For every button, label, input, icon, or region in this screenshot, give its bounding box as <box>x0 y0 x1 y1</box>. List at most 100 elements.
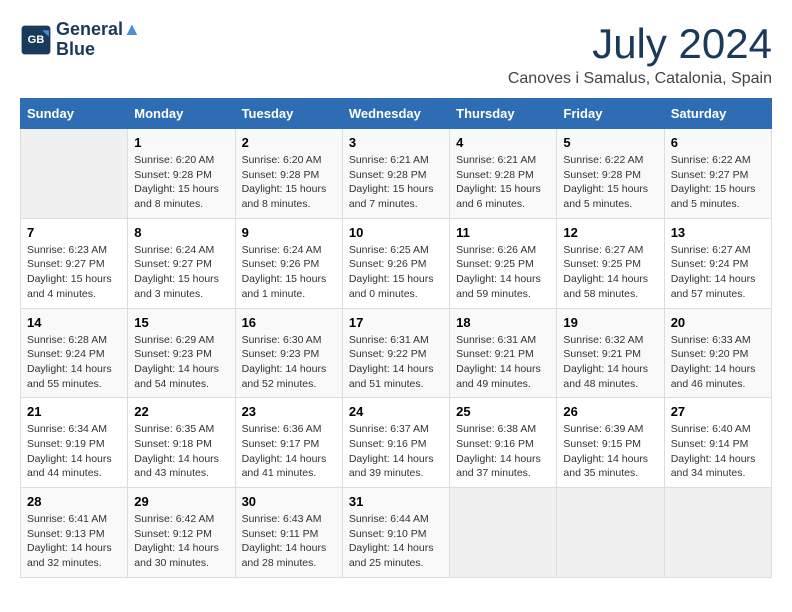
day-number: 22 <box>134 404 228 419</box>
day-number: 15 <box>134 315 228 330</box>
calendar-cell: 9 Sunrise: 6:24 AMSunset: 9:26 PMDaylight… <box>235 218 342 308</box>
calendar-cell: 29 Sunrise: 6:42 AMSunset: 9:12 PMDayligh… <box>128 488 235 578</box>
day-number: 23 <box>242 404 336 419</box>
day-number: 2 <box>242 135 336 150</box>
day-info: Sunrise: 6:33 AMSunset: 9:20 PMDaylight:… <box>671 333 765 392</box>
day-info: Sunrise: 6:20 AMSunset: 9:28 PMDaylight:… <box>242 153 336 212</box>
logo: GB General▲ Blue <box>20 20 141 60</box>
day-number: 19 <box>563 315 657 330</box>
day-number: 11 <box>456 225 550 240</box>
calendar-cell: 16 Sunrise: 6:30 AMSunset: 9:23 PMDayligh… <box>235 308 342 398</box>
day-info: Sunrise: 6:43 AMSunset: 9:11 PMDaylight:… <box>242 512 336 571</box>
day-number: 30 <box>242 494 336 509</box>
calendar-week-5: 28Sunrise: 6:41 AMSunset: 9:13 PMDayligh… <box>21 488 772 578</box>
calendar-cell: 26 Sunrise: 6:39 AMSunset: 9:15 PMDayligh… <box>557 398 664 488</box>
calendar-cell: 14 Sunrise: 6:28 AMSunset: 9:24 PMDayligh… <box>21 308 128 398</box>
calendar-cell: 24Sunrise: 6:37 AMSunset: 9:16 PMDayligh… <box>342 398 449 488</box>
day-number: 12 <box>563 225 657 240</box>
calendar-cell: 19Sunrise: 6:32 AMSunset: 9:21 PMDayligh… <box>557 308 664 398</box>
calendar-cell: 7 Sunrise: 6:23 AMSunset: 9:27 PMDaylight… <box>21 218 128 308</box>
day-info: Sunrise: 6:29 AMSunset: 9:23 PMDaylight:… <box>134 333 228 392</box>
day-number: 28 <box>27 494 121 509</box>
calendar-cell: 5 Sunrise: 6:22 AMSunset: 9:28 PMDaylight… <box>557 129 664 219</box>
day-info: Sunrise: 6:37 AMSunset: 9:16 PMDaylight:… <box>349 422 443 481</box>
day-info: Sunrise: 6:34 AMSunset: 9:19 PMDaylight:… <box>27 422 121 481</box>
calendar-body: 1 Sunrise: 6:20 AMSunset: 9:28 PMDaylight… <box>21 129 772 578</box>
day-info: Sunrise: 6:40 AMSunset: 9:14 PMDaylight:… <box>671 422 765 481</box>
day-number: 9 <box>242 225 336 240</box>
header-tuesday: Tuesday <box>235 99 342 129</box>
header-wednesday: Wednesday <box>342 99 449 129</box>
day-info: Sunrise: 6:36 AMSunset: 9:17 PMDaylight:… <box>242 422 336 481</box>
day-info: Sunrise: 6:27 AMSunset: 9:25 PMDaylight:… <box>563 243 657 302</box>
day-info: Sunrise: 6:22 AMSunset: 9:28 PMDaylight:… <box>563 153 657 212</box>
calendar-cell: 25Sunrise: 6:38 AMSunset: 9:16 PMDayligh… <box>450 398 557 488</box>
calendar-cell: 15 Sunrise: 6:29 AMSunset: 9:23 PMDayligh… <box>128 308 235 398</box>
day-info: Sunrise: 6:26 AMSunset: 9:25 PMDaylight:… <box>456 243 550 302</box>
title-block: July 2024 Canoves i Samalus, Catalonia, … <box>508 20 772 88</box>
day-info: Sunrise: 6:21 AMSunset: 9:28 PMDaylight:… <box>349 153 443 212</box>
day-number: 7 <box>27 225 121 240</box>
day-number: 8 <box>134 225 228 240</box>
day-info: Sunrise: 6:21 AMSunset: 9:28 PMDaylight:… <box>456 153 550 212</box>
calendar-cell: 31Sunrise: 6:44 AMSunset: 9:10 PMDayligh… <box>342 488 449 578</box>
calendar-cell: 21 Sunrise: 6:34 AMSunset: 9:19 PMDayligh… <box>21 398 128 488</box>
day-info: Sunrise: 6:24 AMSunset: 9:27 PMDaylight:… <box>134 243 228 302</box>
day-number: 29 <box>134 494 228 509</box>
header-friday: Friday <box>557 99 664 129</box>
day-info: Sunrise: 6:39 AMSunset: 9:15 PMDaylight:… <box>563 422 657 481</box>
calendar-cell: 4 Sunrise: 6:21 AMSunset: 9:28 PMDaylight… <box>450 129 557 219</box>
calendar-header-row: SundayMondayTuesdayWednesdayThursdayFrid… <box>21 99 772 129</box>
day-number: 16 <box>242 315 336 330</box>
day-info: Sunrise: 6:23 AMSunset: 9:27 PMDaylight:… <box>27 243 121 302</box>
day-number: 4 <box>456 135 550 150</box>
day-number: 17 <box>349 315 443 330</box>
page-header: GB General▲ Blue July 2024 Canoves i Sam… <box>20 20 772 88</box>
day-info: Sunrise: 6:28 AMSunset: 9:24 PMDaylight:… <box>27 333 121 392</box>
calendar-cell: 22 Sunrise: 6:35 AMSunset: 9:18 PMDayligh… <box>128 398 235 488</box>
day-number: 14 <box>27 315 121 330</box>
svg-text:GB: GB <box>28 34 45 46</box>
day-number: 10 <box>349 225 443 240</box>
calendar-week-2: 7 Sunrise: 6:23 AMSunset: 9:27 PMDaylight… <box>21 218 772 308</box>
day-number: 21 <box>27 404 121 419</box>
calendar-cell: 10Sunrise: 6:25 AMSunset: 9:26 PMDayligh… <box>342 218 449 308</box>
calendar-cell: 23 Sunrise: 6:36 AMSunset: 9:17 PMDayligh… <box>235 398 342 488</box>
day-number: 1 <box>134 135 228 150</box>
calendar-cell <box>557 488 664 578</box>
day-info: Sunrise: 6:22 AMSunset: 9:27 PMDaylight:… <box>671 153 765 212</box>
calendar-cell: 18Sunrise: 6:31 AMSunset: 9:21 PMDayligh… <box>450 308 557 398</box>
day-info: Sunrise: 6:24 AMSunset: 9:26 PMDaylight:… <box>242 243 336 302</box>
calendar-cell: 20Sunrise: 6:33 AMSunset: 9:20 PMDayligh… <box>664 308 771 398</box>
logo-icon: GB <box>20 24 52 56</box>
calendar-week-4: 21 Sunrise: 6:34 AMSunset: 9:19 PMDayligh… <box>21 398 772 488</box>
calendar-cell: 11 Sunrise: 6:26 AMSunset: 9:25 PMDayligh… <box>450 218 557 308</box>
calendar-cell <box>664 488 771 578</box>
calendar-cell: 8 Sunrise: 6:24 AMSunset: 9:27 PMDaylight… <box>128 218 235 308</box>
day-info: Sunrise: 6:27 AMSunset: 9:24 PMDaylight:… <box>671 243 765 302</box>
location-title: Canoves i Samalus, Catalonia, Spain <box>508 70 772 88</box>
day-info: Sunrise: 6:35 AMSunset: 9:18 PMDaylight:… <box>134 422 228 481</box>
day-number: 27 <box>671 404 765 419</box>
header-saturday: Saturday <box>664 99 771 129</box>
calendar-table: SundayMondayTuesdayWednesdayThursdayFrid… <box>20 98 772 578</box>
day-info: Sunrise: 6:30 AMSunset: 9:23 PMDaylight:… <box>242 333 336 392</box>
day-number: 25 <box>456 404 550 419</box>
calendar-cell: 13 Sunrise: 6:27 AMSunset: 9:24 PMDayligh… <box>664 218 771 308</box>
calendar-cell: 12 Sunrise: 6:27 AMSunset: 9:25 PMDayligh… <box>557 218 664 308</box>
day-number: 26 <box>563 404 657 419</box>
day-info: Sunrise: 6:31 AMSunset: 9:21 PMDaylight:… <box>456 333 550 392</box>
day-number: 5 <box>563 135 657 150</box>
day-number: 13 <box>671 225 765 240</box>
calendar-cell: 28Sunrise: 6:41 AMSunset: 9:13 PMDayligh… <box>21 488 128 578</box>
calendar-cell: 3Sunrise: 6:21 AMSunset: 9:28 PMDaylight… <box>342 129 449 219</box>
calendar-cell: 27 Sunrise: 6:40 AMSunset: 9:14 PMDayligh… <box>664 398 771 488</box>
day-number: 31 <box>349 494 443 509</box>
day-info: Sunrise: 6:42 AMSunset: 9:12 PMDaylight:… <box>134 512 228 571</box>
header-thursday: Thursday <box>450 99 557 129</box>
header-monday: Monday <box>128 99 235 129</box>
calendar-week-1: 1 Sunrise: 6:20 AMSunset: 9:28 PMDaylight… <box>21 129 772 219</box>
day-number: 6 <box>671 135 765 150</box>
calendar-cell: 6 Sunrise: 6:22 AMSunset: 9:27 PMDaylight… <box>664 129 771 219</box>
calendar-cell <box>450 488 557 578</box>
